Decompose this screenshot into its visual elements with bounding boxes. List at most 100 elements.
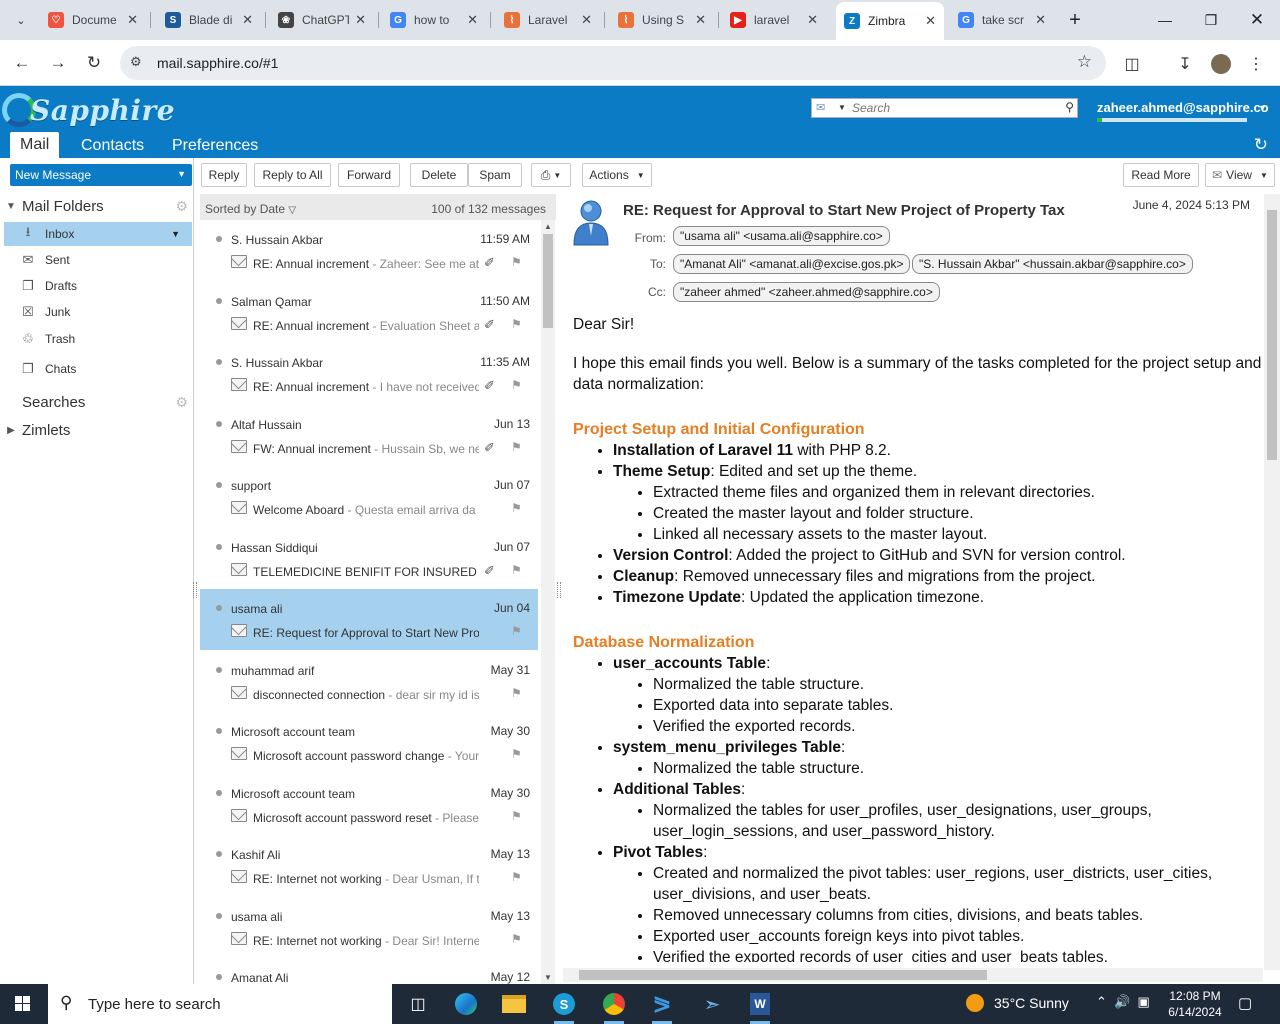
flag-icon[interactable]: ⚑ — [511, 747, 522, 761]
tab-mail[interactable]: Mail — [10, 132, 60, 158]
browser-tab[interactable]: S Blade di ✕ — [157, 6, 261, 34]
reply-all-button[interactable]: Reply to All — [254, 163, 331, 187]
flag-icon[interactable]: ⚑ — [511, 501, 522, 515]
file-explorer-icon[interactable] — [494, 988, 534, 1020]
new-message-dropdown-icon[interactable]: ▼ — [177, 169, 186, 179]
folders-gear-icon[interactable]: ⚙ — [175, 198, 188, 215]
spam-button[interactable]: Spam — [468, 163, 522, 187]
vscode-icon[interactable]: ⪖ — [642, 988, 682, 1024]
new-message-button[interactable]: New Message ▼ — [10, 164, 192, 186]
maximize-button[interactable]: ❐ — [1196, 8, 1226, 32]
word-icon[interactable]: W — [740, 988, 780, 1024]
user-account-menu[interactable]: zaheer.ahmed@sapphire.co — [1097, 100, 1269, 115]
flag-icon[interactable]: ⚑ — [511, 624, 522, 638]
message-row[interactable]: muhammad arif May 31 disconnected connecti… — [200, 651, 538, 712]
message-row[interactable]: support Jun 07 Welcome Aboard - Questa ema… — [200, 466, 538, 527]
tab-search-button[interactable]: ⌄ — [8, 8, 34, 32]
unread-status-icon[interactable] — [216, 851, 222, 857]
folder-junk[interactable]: ☒ Junk — [4, 300, 192, 324]
flag-icon[interactable]: ⚑ — [511, 686, 522, 700]
search-input[interactable] — [852, 100, 1060, 116]
skype-icon[interactable]: S — [544, 988, 584, 1024]
back-icon[interactable]: ← — [9, 50, 35, 76]
forward-button[interactable]: Forward — [338, 163, 400, 187]
pane-resize-handle[interactable] — [193, 582, 197, 598]
flag-icon[interactable]: ⚑ — [511, 317, 522, 331]
flag-icon[interactable]: ⚑ — [511, 378, 522, 392]
collapse-icon[interactable]: ▼ — [0, 201, 22, 212]
refresh-icon[interactable]: ↻ — [1254, 135, 1268, 155]
expand-icon[interactable]: ▶ — [0, 425, 22, 436]
weather-widget[interactable]: 35°C Sunny — [966, 994, 1069, 1012]
message-row[interactable]: usama ali Jun 04 RE: Request for Approval … — [200, 589, 538, 650]
flag-icon[interactable]: ⚑ — [511, 932, 522, 946]
close-tab-icon[interactable]: ✕ — [467, 12, 478, 28]
sort-by-date-button[interactable]: Sorted by Date ▽ — [205, 202, 296, 216]
browser-tab[interactable]: Z Zimbra ✕ — [836, 2, 944, 40]
unread-status-icon[interactable] — [216, 359, 222, 365]
browser-tab[interactable]: ▶ laravel ✕ — [722, 6, 826, 34]
folder-chats[interactable]: ❐ Chats — [4, 357, 192, 381]
from-address-bubble[interactable]: "usama ali" <usama.ali@sapphire.co> — [673, 226, 890, 246]
unread-status-icon[interactable] — [216, 482, 222, 488]
address-bar[interactable]: ⚙ mail.sapphire.co/#1 ☆ — [120, 46, 1106, 80]
scrollbar-thumb[interactable] — [1267, 210, 1277, 460]
unread-status-icon[interactable] — [216, 789, 222, 796]
system-tray[interactable]: ⌃ 🔊 ▣ — [1096, 994, 1150, 1010]
close-tab-icon[interactable]: ✕ — [1035, 12, 1046, 28]
taskbar-search-box[interactable]: ⚲ Type here to search — [48, 984, 392, 1024]
browser-tab[interactable]: ♡ Docume ✕ — [40, 6, 146, 34]
browser-tab[interactable]: ⌇ Using S ✕ — [610, 6, 714, 34]
message-row[interactable]: S. Hussain Akbar 11:35 AM RE: Annual incre… — [200, 343, 538, 404]
forward-icon[interactable]: → — [45, 50, 71, 76]
unread-status-icon[interactable] — [216, 297, 222, 304]
tab-preferences[interactable]: Preferences — [162, 134, 268, 158]
unread-status-icon[interactable] — [216, 236, 222, 242]
folder-inbox[interactable]: ⭳ Inbox ▼ — [4, 222, 192, 246]
cc-address-bubble[interactable]: "zaheer ahmed" <zaheer.ahmed@sapphire.co… — [673, 282, 940, 302]
reading-pane-horizontal-scrollbar[interactable] — [563, 968, 1263, 982]
scroll-up-icon[interactable]: ▲ — [544, 222, 552, 231]
message-row[interactable]: Kashif Ali May 13 RE: Internet not working… — [200, 835, 538, 896]
unread-status-icon[interactable] — [216, 666, 222, 673]
flag-icon[interactable]: ⚑ — [511, 809, 522, 823]
url-text[interactable]: mail.sapphire.co/#1 — [157, 55, 278, 71]
close-tab-icon[interactable]: ✕ — [925, 13, 936, 29]
searches-gear-icon[interactable]: ⚙ — [175, 394, 188, 411]
scrollbar-thumb[interactable] — [543, 234, 553, 328]
folder-options-dropdown-icon[interactable]: ▼ — [171, 229, 180, 239]
close-tab-icon[interactable]: ✕ — [127, 12, 138, 28]
windows-start-icon[interactable] — [8, 992, 38, 1016]
close-tab-icon[interactable]: ✕ — [355, 12, 366, 28]
edge-icon[interactable] — [446, 988, 486, 1020]
message-row[interactable]: usama ali May 13 RE: Internet not working … — [200, 897, 538, 958]
unread-status-icon[interactable] — [216, 728, 222, 734]
print-menu-button[interactable]: ⎙ ▼ — [531, 163, 571, 187]
teamviewer-icon[interactable]: ➣ — [692, 988, 732, 1020]
close-window-button[interactable]: ✕ — [1242, 8, 1272, 32]
flag-icon[interactable]: ⚑ — [511, 563, 522, 577]
chrome-icon[interactable] — [594, 988, 634, 1024]
reply-button[interactable]: Reply — [201, 163, 247, 187]
task-view-icon[interactable]: ◫ — [398, 988, 438, 1020]
new-tab-button[interactable]: + — [1060, 8, 1090, 32]
browser-tab[interactable]: Gtake scr ✕ — [950, 6, 1054, 34]
close-tab-icon[interactable]: ✕ — [581, 12, 592, 28]
to-address-bubble[interactable]: "S. Hussain Akbar" <hussain.akbar@sapphi… — [912, 254, 1193, 274]
message-row[interactable]: Microsoft account team May 30 Microsoft ac… — [200, 712, 538, 773]
flag-icon[interactable]: ⚑ — [511, 870, 522, 884]
message-list-scrollbar[interactable]: ▲ ▼ — [541, 220, 555, 984]
extensions-icon[interactable]: ◫ — [1120, 52, 1144, 76]
tab-contacts[interactable]: Contacts — [71, 134, 154, 158]
unread-status-icon[interactable] — [216, 543, 222, 550]
browser-tab[interactable]: ⌇ Laravel ✕ — [496, 6, 600, 34]
reading-pane-resize-handle[interactable] — [557, 582, 561, 598]
message-row[interactable]: Hassan Siddiqui Jun 07 TELEMEDICINE BENIFI… — [200, 528, 538, 589]
unread-status-icon[interactable] — [216, 912, 222, 919]
flag-icon[interactable]: ⚑ — [511, 440, 522, 454]
reload-icon[interactable]: ↻ — [81, 50, 107, 76]
delete-button[interactable]: Delete — [410, 163, 468, 187]
read-more-button[interactable]: Read More — [1123, 163, 1199, 187]
message-row[interactable]: Amanat Ali May 12 — [200, 958, 538, 984]
browser-tab[interactable]: ❀ ChatGPT ✕ — [270, 6, 374, 34]
